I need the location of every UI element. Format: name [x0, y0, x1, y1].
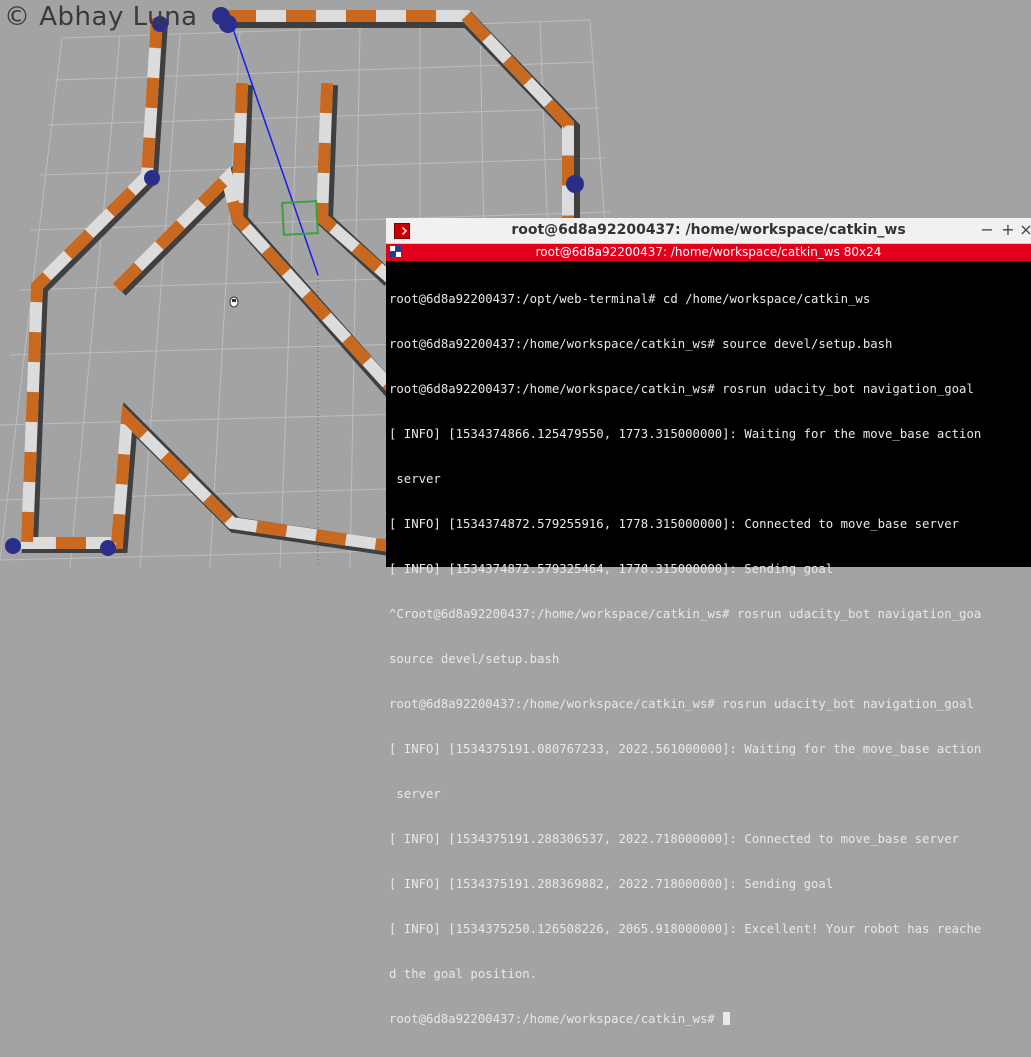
- robot-marker-icon: [229, 296, 239, 308]
- close-button[interactable]: ×: [1017, 221, 1031, 239]
- terminal-line: source devel/setup.bash: [389, 652, 560, 666]
- terminal-line: root@6d8a92200437:/home/workspace/catkin…: [389, 337, 893, 351]
- terminal-output[interactable]: root@6d8a92200437:/opt/web-terminal# cd …: [389, 262, 1029, 1057]
- maximize-button[interactable]: +: [999, 221, 1017, 239]
- terminal-cursor: [723, 1012, 731, 1025]
- terminal-line: root@6d8a92200437:/opt/web-terminal# cd …: [389, 292, 871, 306]
- terminal-line: ^Croot@6d8a92200437:/home/workspace/catk…: [389, 607, 982, 621]
- terminal-line: d the goal position.: [389, 967, 538, 981]
- terminal-line: [ INFO] [1534375191.080767233, 2022.5610…: [389, 742, 982, 756]
- terminal-titlebar[interactable]: root@6d8a92200437: /home/workspace/catki…: [386, 218, 1031, 244]
- terminal-line: server: [389, 787, 441, 801]
- terminal-line: server: [389, 472, 441, 486]
- terminal-line: [ INFO] [1534374872.579325464, 1778.3150…: [389, 562, 834, 576]
- terminal-line: [ INFO] [1534374872.579255916, 1778.3150…: [389, 517, 960, 531]
- terminal-prompt-line[interactable]: root@6d8a92200437:/home/workspace/catkin…: [389, 1012, 1029, 1027]
- terminal-prompt: root@6d8a92200437:/home/workspace/catkin…: [389, 1012, 723, 1026]
- terminal-line: [ INFO] [1534375191.288369882, 2022.7180…: [389, 877, 834, 891]
- minimize-button[interactable]: −: [978, 221, 996, 239]
- terminal-line: [ INFO] [1534375191.288306537, 2022.7180…: [389, 832, 960, 846]
- terminal-line: root@6d8a92200437:/home/workspace/catkin…: [389, 382, 974, 396]
- goal-marker: [281, 200, 319, 236]
- terminal-line: [ INFO] [1534374866.125479550, 1773.3150…: [389, 427, 982, 441]
- terminal-window-title: root@6d8a92200437: /home/workspace/catki…: [511, 222, 906, 238]
- terminal-window[interactable]: root@6d8a92200437: /home/workspace/catki…: [386, 218, 1031, 1026]
- watermark-text: © Abhay Luna: [4, 2, 198, 32]
- terminal-tab-title: root@6d8a92200437: /home/workspace/catki…: [535, 245, 882, 259]
- terminal-tab-bar[interactable]: root@6d8a92200437: /home/workspace/catki…: [386, 244, 1031, 261]
- terminal-line: root@6d8a92200437:/home/workspace/catkin…: [389, 697, 974, 711]
- terminal-line: [ INFO] [1534375250.126508226, 2065.9180…: [389, 922, 982, 936]
